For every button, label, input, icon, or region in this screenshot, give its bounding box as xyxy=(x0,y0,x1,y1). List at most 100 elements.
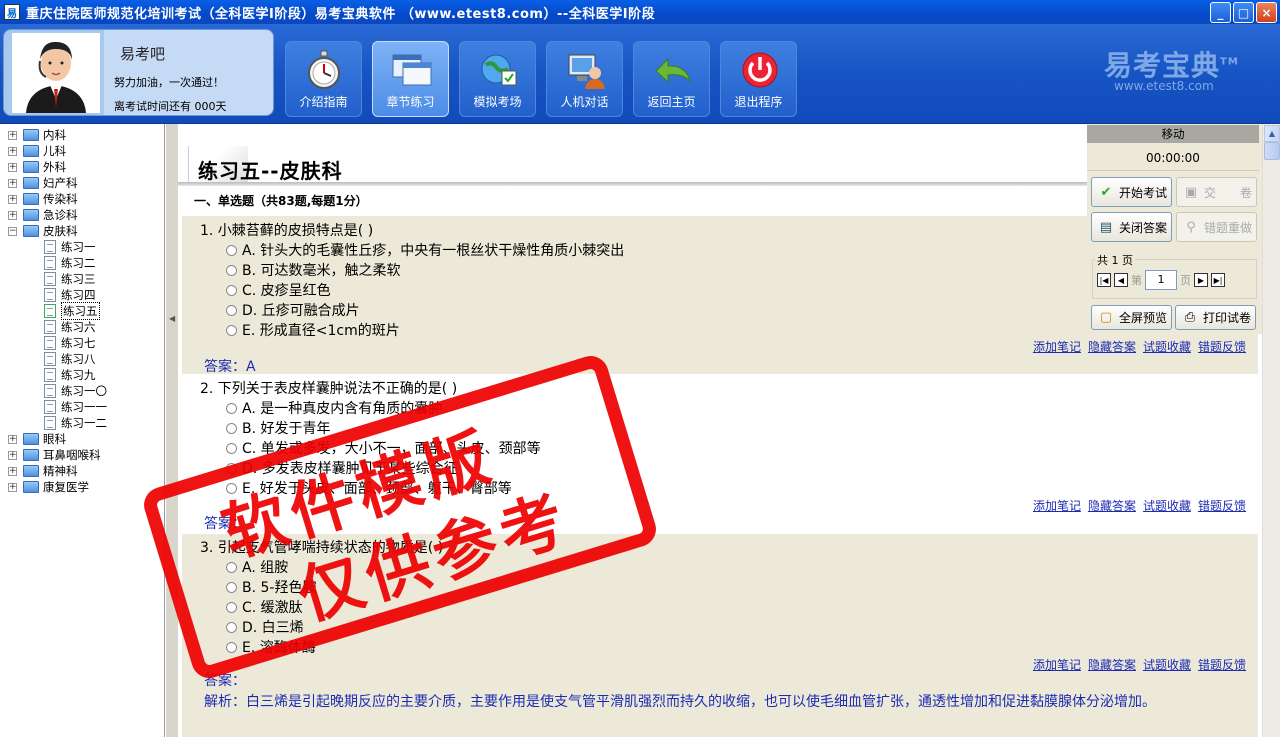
close-button[interactable]: × xyxy=(1256,2,1277,23)
last-page-icon[interactable]: ▶| xyxy=(1211,273,1225,287)
hide-answer-link[interactable]: 隐藏答案 xyxy=(1088,656,1136,673)
question-text: 1. 小棘苔藓的皮损特点是( ) xyxy=(200,223,374,239)
vertical-scrollbar[interactable]: ▲ xyxy=(1262,124,1280,737)
option-e[interactable]: E. 形成直径<1cm的斑片 xyxy=(226,320,400,340)
header: 易考吧 努力加油，一次通过！ 离考试时间还有 000天 介绍指南 章节练习 模拟… xyxy=(0,24,1280,124)
nav-return-home-button[interactable]: 返回主页 xyxy=(633,41,710,117)
add-note-link[interactable]: 添加笔记 xyxy=(1033,656,1081,673)
sidebar-splitter[interactable]: ◀ xyxy=(165,124,178,737)
tree-exercise-item[interactable]: 练习一 xyxy=(44,239,96,255)
add-note-link[interactable]: 添加笔记 xyxy=(1033,497,1081,514)
radio-button[interactable] xyxy=(226,244,237,256)
user-panel: 易考吧 努力加油，一次通过！ 离考试时间还有 000天 xyxy=(3,29,274,116)
nav-man-machine-dialog-button[interactable]: 人机对话 xyxy=(546,41,623,117)
tree-exercise-item[interactable]: 练习二 xyxy=(44,255,96,271)
tree-exercise-item[interactable]: 练习四 xyxy=(44,287,96,303)
collapse-icon[interactable]: − xyxy=(8,226,17,236)
expand-icon[interactable]: + xyxy=(8,146,17,156)
expand-icon[interactable]: + xyxy=(8,178,17,188)
option-d[interactable]: D. 丘疹可融合成片 xyxy=(226,300,360,320)
tree-category[interactable]: + 传染科 xyxy=(8,191,78,207)
tree-category[interactable]: + 眼科 xyxy=(8,431,66,447)
maximize-button[interactable]: □ xyxy=(1233,2,1254,23)
radio-button[interactable] xyxy=(226,304,237,316)
hide-answer-link[interactable]: 隐藏答案 xyxy=(1088,338,1136,355)
check-icon: ✔ xyxy=(1100,184,1112,200)
tree-exercise-item[interactable]: 练习八 xyxy=(44,351,96,367)
radio-button[interactable] xyxy=(226,402,237,414)
page-number-input[interactable]: 1 xyxy=(1145,270,1177,290)
tree-exercise-item[interactable]: 练习一一 xyxy=(44,399,107,415)
tree-exercise-item[interactable]: 练习五 xyxy=(44,302,100,320)
close-answer-button[interactable]: ▤ 关闭答案 xyxy=(1091,212,1172,242)
nav-chapter-practice-button[interactable]: 章节练习 xyxy=(372,41,449,117)
folder-icon xyxy=(23,177,39,189)
hide-answer-link[interactable]: 隐藏答案 xyxy=(1088,497,1136,514)
question-text: 2. 下列关于表皮样囊肿说法不正确的是( ) xyxy=(200,381,458,397)
radio-button[interactable] xyxy=(226,422,237,434)
tree-category[interactable]: − 皮肤科 xyxy=(8,223,78,239)
feedback-link[interactable]: 错题反馈 xyxy=(1198,497,1246,514)
add-note-link[interactable]: 添加笔记 xyxy=(1033,338,1081,355)
redo-wrong-button[interactable]: ⚲ 错题重做 xyxy=(1176,212,1257,242)
favorite-link[interactable]: 试题收藏 xyxy=(1143,338,1191,355)
tree-category[interactable]: + 妇产科 xyxy=(8,175,78,191)
tree-category[interactable]: + 内科 xyxy=(8,127,66,143)
tree-label: 练习五 xyxy=(61,302,100,320)
expand-icon[interactable]: + xyxy=(8,162,17,172)
panel-header[interactable]: 移动 xyxy=(1087,125,1259,143)
prev-page-icon[interactable]: ◀ xyxy=(1114,273,1128,287)
tree-label: 眼科 xyxy=(43,432,66,446)
radio-button[interactable] xyxy=(226,284,237,296)
option-c[interactable]: C. 皮疹呈红色 xyxy=(226,280,331,300)
tree-exercise-item[interactable]: 练习六 xyxy=(44,319,96,335)
tree-category[interactable]: + 精神科 xyxy=(8,463,78,479)
scroll-up-icon[interactable]: ▲ xyxy=(1264,125,1280,142)
feedback-link[interactable]: 错题反馈 xyxy=(1198,656,1246,673)
document-icon xyxy=(44,256,56,270)
tree-category[interactable]: + 康复医学 xyxy=(8,479,89,495)
tree-exercise-item[interactable]: 练习九 xyxy=(44,367,96,383)
print-paper-button[interactable]: ⎙ 打印试卷 xyxy=(1175,305,1256,330)
fullscreen-preview-button[interactable]: ▢ 全屏预览 xyxy=(1091,305,1172,330)
minimize-button[interactable]: _ xyxy=(1210,2,1231,23)
option-a[interactable]: A. 针头大的毛囊性丘疹，中央有一根丝状干燥性角质小棘突出 xyxy=(226,240,624,260)
submit-button[interactable]: ▣ 交 卷 xyxy=(1176,177,1257,207)
expand-icon[interactable]: + xyxy=(8,434,17,444)
tree-category[interactable]: + 急诊科 xyxy=(8,207,78,223)
tree-label: 急诊科 xyxy=(43,208,78,222)
nav-mock-exam-button[interactable]: 模拟考场 xyxy=(459,41,536,117)
option-b[interactable]: B. 可达数毫米，触之柔软 xyxy=(226,260,401,280)
radio-button[interactable] xyxy=(226,324,237,336)
nav-intro-guide-button[interactable]: 介绍指南 xyxy=(285,41,362,117)
favorite-link[interactable]: 试题收藏 xyxy=(1143,497,1191,514)
tree-exercise-item[interactable]: 练习一二 xyxy=(44,415,107,431)
tree-exercise-item[interactable]: 练习一〇 xyxy=(44,383,107,399)
tree-exercise-item[interactable]: 练习三 xyxy=(44,271,96,287)
feedback-link[interactable]: 错题反馈 xyxy=(1198,338,1246,355)
scroll-thumb[interactable] xyxy=(1264,142,1280,160)
expand-icon[interactable]: + xyxy=(8,450,17,460)
tree-category[interactable]: + 耳鼻咽喉科 xyxy=(8,447,101,463)
radio-button[interactable] xyxy=(226,442,237,454)
folder-icon xyxy=(23,225,39,237)
start-exam-button[interactable]: ✔ 开始考试 xyxy=(1091,177,1172,207)
expand-icon[interactable]: + xyxy=(8,194,17,204)
document-icon xyxy=(44,352,56,366)
expand-icon[interactable]: + xyxy=(8,466,17,476)
tree-category[interactable]: + 外科 xyxy=(8,159,66,175)
title-bar: 易 重庆住院医师规范化培训考试（全科医学Ⅰ阶段）易考宝典软件 （www.etes… xyxy=(0,0,1280,24)
favorite-link[interactable]: 试题收藏 xyxy=(1143,656,1191,673)
nav-exit-program-button[interactable]: 退出程序 xyxy=(720,41,797,117)
tree-exercise-item[interactable]: 练习七 xyxy=(44,335,96,351)
power-icon xyxy=(742,52,778,88)
tree-category[interactable]: + 儿科 xyxy=(8,143,66,159)
next-page-icon[interactable]: ▶ xyxy=(1194,273,1208,287)
radio-button[interactable] xyxy=(226,264,237,276)
expand-icon[interactable]: + xyxy=(8,482,17,492)
expand-icon[interactable]: + xyxy=(8,130,17,140)
brand-logo: 易考宝典TM xyxy=(1104,49,1239,82)
expand-icon[interactable]: + xyxy=(8,210,17,220)
option-b[interactable]: B. 好发于青年 xyxy=(226,418,331,438)
first-page-icon[interactable]: |◀ xyxy=(1097,273,1111,287)
